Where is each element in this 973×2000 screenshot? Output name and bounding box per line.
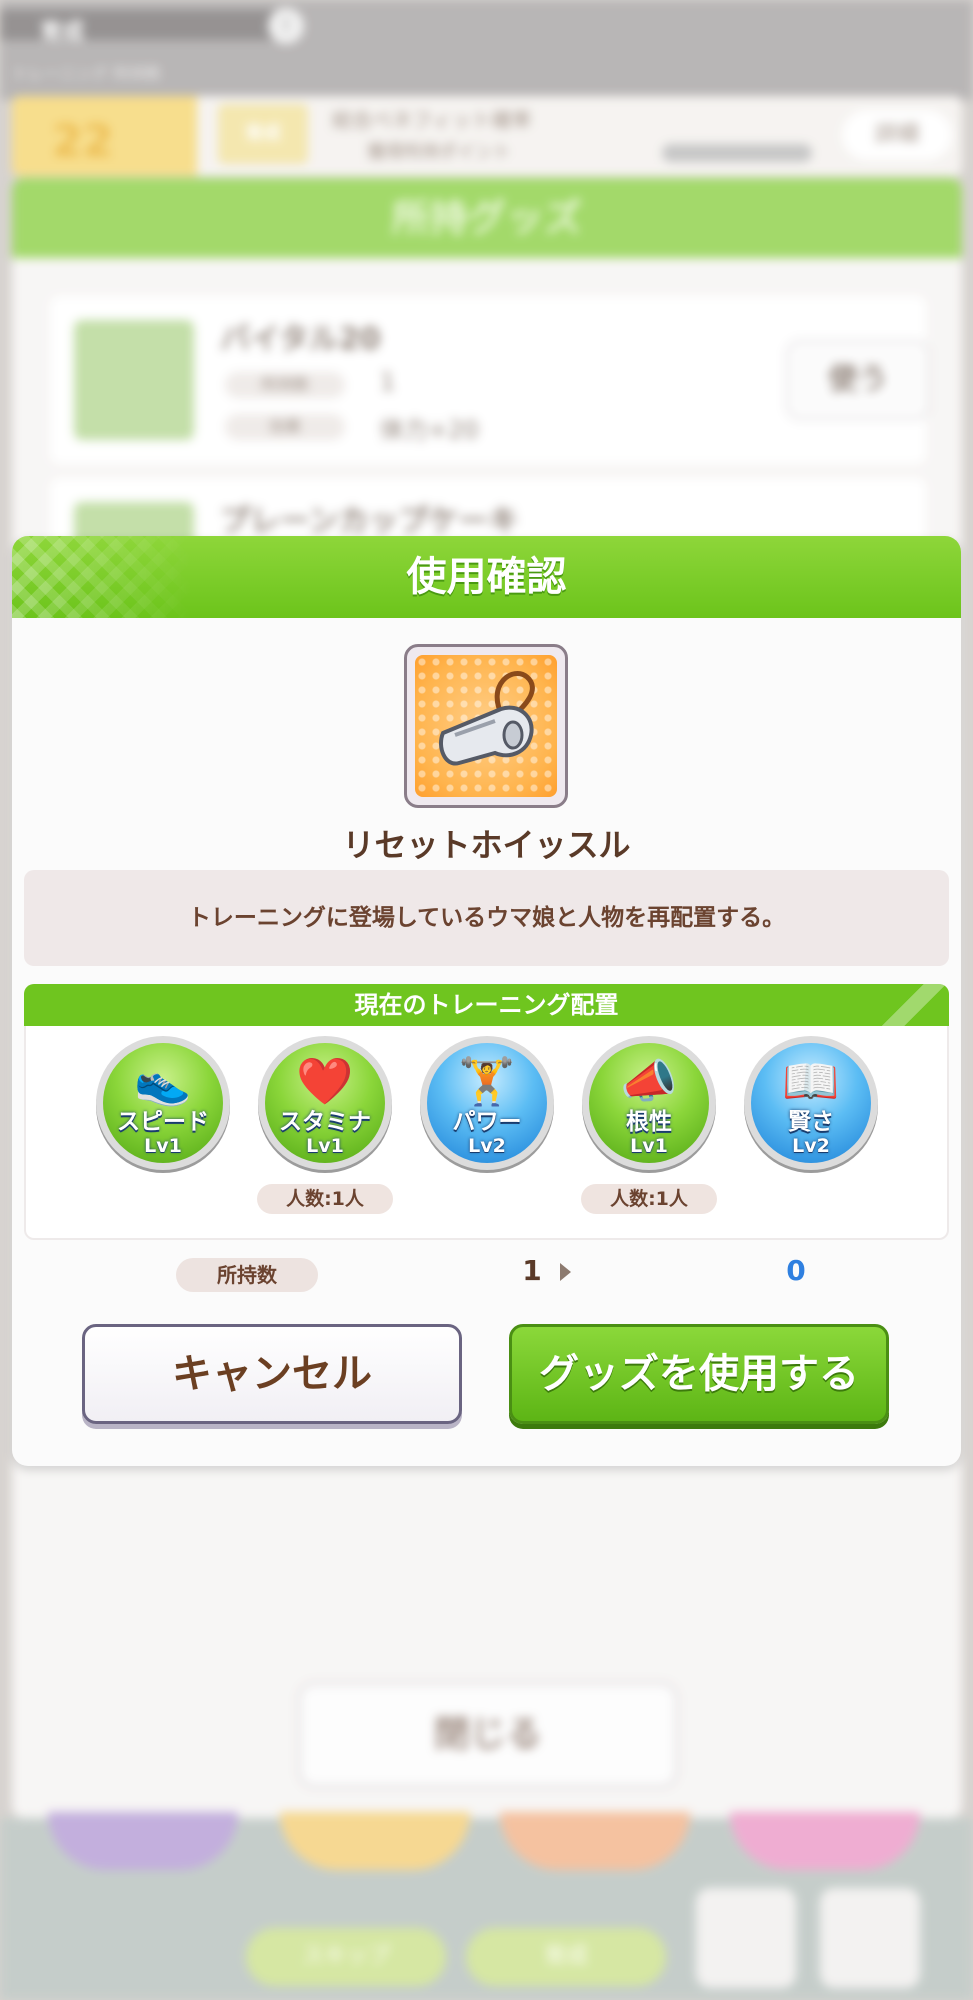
training-label: スピード	[117, 1109, 209, 1135]
people-count-badge: 人数:1人	[257, 1184, 393, 1214]
training-speed: 👟 スピード Lv1	[96, 1036, 230, 1170]
training-wisdom: 📖 賢さ Lv2	[744, 1036, 878, 1170]
dialog-title: 使用確認	[406, 554, 567, 600]
training-power: 🏋 パワー Lv2	[420, 1036, 554, 1170]
training-guts: 📣 根性 Lv1	[582, 1036, 716, 1170]
training-level: Lv1	[306, 1135, 344, 1157]
training-level: Lv2	[468, 1135, 506, 1157]
arrow-right-icon	[560, 1263, 571, 1281]
shoes-icon: 👟	[134, 1054, 192, 1108]
use-confirm-dialog: 使用確認 リセットホイッスル トレーニングに登場しているウマ娘と人物を再配置する…	[12, 536, 961, 1466]
training-level: Lv1	[144, 1135, 182, 1157]
training-stamina: ❤️ スタミナ Lv1	[258, 1036, 392, 1170]
item-icon-frame	[404, 644, 568, 808]
megaphone-icon: 📣	[620, 1054, 678, 1108]
cancel-button[interactable]: キャンセル	[82, 1324, 462, 1424]
training-label: 賢さ	[788, 1109, 834, 1135]
owned-count-before: 1	[522, 1254, 542, 1287]
owned-count-label: 所持数	[176, 1258, 318, 1292]
book-icon: 📖	[782, 1054, 840, 1108]
training-level: Lv2	[792, 1135, 830, 1157]
training-label: 根性	[626, 1109, 672, 1135]
heart-icon: ❤️	[296, 1054, 354, 1108]
item-name: リセットホイッスル	[342, 826, 631, 864]
use-goods-button[interactable]: グッズを使用する	[509, 1324, 889, 1424]
dialog-header: 使用確認	[12, 536, 961, 618]
whistle-icon	[415, 655, 557, 797]
owned-count-after: 0	[786, 1254, 806, 1287]
section-title: 現在のトレーニング配置	[354, 991, 619, 1019]
training-label: パワー	[452, 1109, 522, 1135]
training-placement-section: 現在のトレーニング配置 👟 スピード Lv1 ❤️ スタミナ Lv1 🏋 パワー…	[24, 984, 949, 1240]
training-level: Lv1	[630, 1135, 668, 1157]
people-count-badge: 人数:1人	[581, 1184, 717, 1214]
section-header: 現在のトレーニング配置	[24, 984, 949, 1026]
item-description: トレーニングに登場しているウマ娘と人物を再配置する。	[24, 870, 949, 966]
dumbbell-icon: 🏋	[458, 1054, 516, 1108]
training-label: スタミナ	[279, 1109, 371, 1135]
